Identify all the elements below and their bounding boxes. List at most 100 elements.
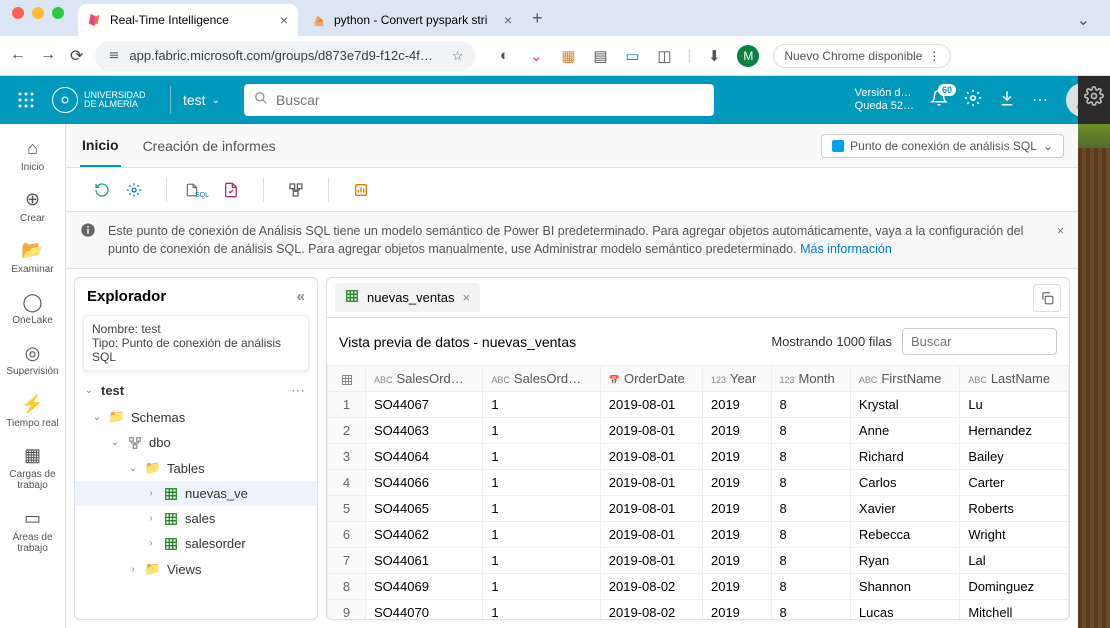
close-tab-icon[interactable]: × bbox=[280, 12, 288, 28]
close-window-icon[interactable] bbox=[12, 7, 24, 19]
close-tab-icon[interactable]: × bbox=[504, 12, 512, 28]
tree-node-schemas[interactable]: ⌄ 📁 Schemas bbox=[75, 404, 317, 430]
tree-node-table[interactable]: ›sales bbox=[75, 506, 317, 531]
new-tab-button[interactable]: + bbox=[522, 8, 553, 29]
tab-title: Real-Time Intelligence bbox=[110, 13, 229, 27]
column-header[interactable]: ABCSalesOrd… bbox=[483, 366, 600, 392]
stackoverflow-icon bbox=[312, 13, 326, 27]
close-tab-icon[interactable]: × bbox=[462, 290, 470, 305]
rail-item[interactable]: ◯OneLake bbox=[3, 286, 63, 333]
column-header[interactable]: ABCFirstName bbox=[850, 366, 959, 392]
reload-button[interactable]: ⟳ bbox=[70, 46, 83, 66]
cell: Mitchell bbox=[960, 600, 1069, 619]
settings-button[interactable] bbox=[120, 176, 148, 204]
more-icon[interactable]: ⋯ bbox=[291, 382, 309, 399]
more-icon[interactable]: ⋯ bbox=[1032, 90, 1050, 110]
search-input[interactable] bbox=[276, 92, 704, 108]
cell: 8 bbox=[771, 470, 850, 496]
settings-icon[interactable] bbox=[964, 89, 982, 112]
profile-avatar[interactable]: M bbox=[737, 45, 759, 67]
puzzle-icon[interactable]: ◫ bbox=[655, 47, 673, 65]
rail-item[interactable]: ⚡Tiempo real bbox=[3, 388, 63, 435]
object-tabs: nuevas_ventas × bbox=[327, 278, 1069, 318]
column-header[interactable]: 123Month bbox=[771, 366, 850, 392]
column-header[interactable]: ABCLastName bbox=[960, 366, 1069, 392]
object-tab[interactable]: nuevas_ventas × bbox=[335, 283, 480, 312]
rail-item[interactable]: ▭Áreas de trabajo bbox=[3, 502, 63, 561]
ext-icon-3[interactable]: ▭ bbox=[623, 47, 641, 65]
model-button[interactable] bbox=[282, 176, 310, 204]
app-launcher-icon[interactable] bbox=[10, 84, 42, 116]
ext-icon-2[interactable]: ▦ bbox=[559, 47, 577, 65]
data-grid[interactable]: ABCSalesOrd…ABCSalesOrd…📅OrderDate123Yea… bbox=[327, 365, 1069, 619]
table-row[interactable]: 1SO4406712019-08-0120198KrystalLu bbox=[328, 392, 1069, 418]
rail-item[interactable]: ⌂Inicio bbox=[3, 132, 63, 179]
rail-item[interactable]: ◎Supervisión bbox=[3, 337, 63, 384]
global-search[interactable] bbox=[244, 84, 714, 116]
url-field[interactable]: app.fabric.microsoft.com/groups/d873e7d9… bbox=[95, 41, 475, 71]
site-info-icon[interactable] bbox=[107, 47, 121, 64]
workspace-breadcrumb[interactable]: test ⌄ bbox=[170, 86, 226, 114]
tab-home[interactable]: Inicio bbox=[80, 125, 121, 167]
endpoint-selector[interactable]: Punto de conexión de análisis SQL ⌄ bbox=[821, 134, 1064, 158]
cell: 1 bbox=[483, 496, 600, 522]
close-banner-icon[interactable]: × bbox=[1057, 222, 1064, 240]
chrome-update-badge[interactable]: Nuevo Chrome disponible ⋮ bbox=[773, 44, 951, 68]
report-button[interactable] bbox=[347, 176, 375, 204]
reader-icon[interactable]: ▤ bbox=[591, 47, 609, 65]
cell: SO44070 bbox=[366, 600, 483, 619]
forward-button[interactable]: → bbox=[40, 46, 56, 66]
notifications-button[interactable]: 60 bbox=[930, 89, 948, 112]
trial-status[interactable]: Versión d… Queda 52… bbox=[855, 87, 914, 113]
collapse-icon[interactable]: « bbox=[297, 288, 305, 305]
bookmark-icon[interactable]: ☆ bbox=[452, 48, 464, 64]
tab-reports[interactable]: Creación de informes bbox=[141, 126, 278, 166]
sql-query-button[interactable]: SQL bbox=[185, 176, 213, 204]
table-row[interactable]: 2SO4406312019-08-0120198AnneHernandez bbox=[328, 418, 1069, 444]
minimize-window-icon[interactable] bbox=[32, 7, 44, 19]
pocket-icon[interactable]: ⌄ bbox=[527, 47, 545, 65]
tree-node-db[interactable]: ⌄ test ⋯ bbox=[75, 377, 317, 404]
gear-icon[interactable] bbox=[1078, 76, 1110, 111]
column-header[interactable]: ABCSalesOrd… bbox=[366, 366, 483, 392]
table-row[interactable]: 5SO4406512019-08-0120198XavierRoberts bbox=[328, 496, 1069, 522]
table-row[interactable]: 4SO4406612019-08-0120198CarlosCarter bbox=[328, 470, 1069, 496]
table-name: nuevas_ve bbox=[185, 486, 248, 501]
download-icon[interactable]: ⬇ bbox=[705, 47, 723, 65]
rail-item[interactable]: ▦Cargas de trabajo bbox=[3, 439, 63, 498]
preview-title: Vista previa de datos - nuevas_ventas bbox=[339, 334, 576, 350]
explorer-tree: ⌄ test ⋯ ⌄ 📁 Schemas ⌄ dbo bbox=[75, 377, 317, 590]
cell: 8 bbox=[771, 574, 850, 600]
download-icon[interactable] bbox=[998, 89, 1016, 112]
table-row[interactable]: 9SO4407012019-08-0220198LucasMitchell bbox=[328, 600, 1069, 619]
rail-label: Inicio bbox=[21, 162, 44, 173]
maximize-window-icon[interactable] bbox=[52, 7, 64, 19]
tree-node-tables[interactable]: ⌄ 📁 Tables bbox=[75, 455, 317, 481]
tree-node-table[interactable]: ›nuevas_ve bbox=[75, 481, 317, 506]
browser-tab-inactive[interactable]: python - Convert pyspark stri × bbox=[302, 4, 522, 36]
rail-item[interactable]: 📂Examinar bbox=[3, 234, 63, 281]
tree-node-views[interactable]: › 📁 Views bbox=[75, 556, 317, 582]
tree-node-table[interactable]: ›salesorder bbox=[75, 531, 317, 556]
tabs-chevron-icon[interactable]: ⌄ bbox=[1077, 10, 1102, 36]
learn-more-link[interactable]: Más información bbox=[800, 242, 892, 256]
explorer-title: Explorador bbox=[87, 288, 166, 305]
cell: 2019-08-01 bbox=[600, 392, 702, 418]
table-row[interactable]: 7SO4406112019-08-0120198RyanLal bbox=[328, 548, 1069, 574]
browser-tab-active[interactable]: Real-Time Intelligence × bbox=[78, 4, 298, 36]
cell: 8 bbox=[771, 444, 850, 470]
table-row[interactable]: 3SO4406412019-08-0120198RichardBailey bbox=[328, 444, 1069, 470]
table-row[interactable]: 6SO4406212019-08-0120198RebeccaWright bbox=[328, 522, 1069, 548]
tree-node-dbo[interactable]: ⌄ dbo bbox=[75, 430, 317, 455]
chevron-down-icon: ⌄ bbox=[1043, 139, 1053, 153]
back-button[interactable]: ← bbox=[10, 46, 26, 66]
column-header[interactable]: 123Year bbox=[702, 366, 771, 392]
table-row[interactable]: 8SO4406912019-08-0220198ShannonDominguez bbox=[328, 574, 1069, 600]
ext-icon[interactable]: ◐ bbox=[495, 47, 513, 65]
visual-query-button[interactable] bbox=[217, 176, 245, 204]
column-header[interactable]: 📅OrderDate bbox=[600, 366, 702, 392]
grid-search-input[interactable] bbox=[902, 328, 1057, 355]
refresh-button[interactable] bbox=[88, 176, 116, 204]
copy-button[interactable] bbox=[1033, 284, 1061, 312]
rail-item[interactable]: ⊕Crear bbox=[3, 183, 63, 230]
